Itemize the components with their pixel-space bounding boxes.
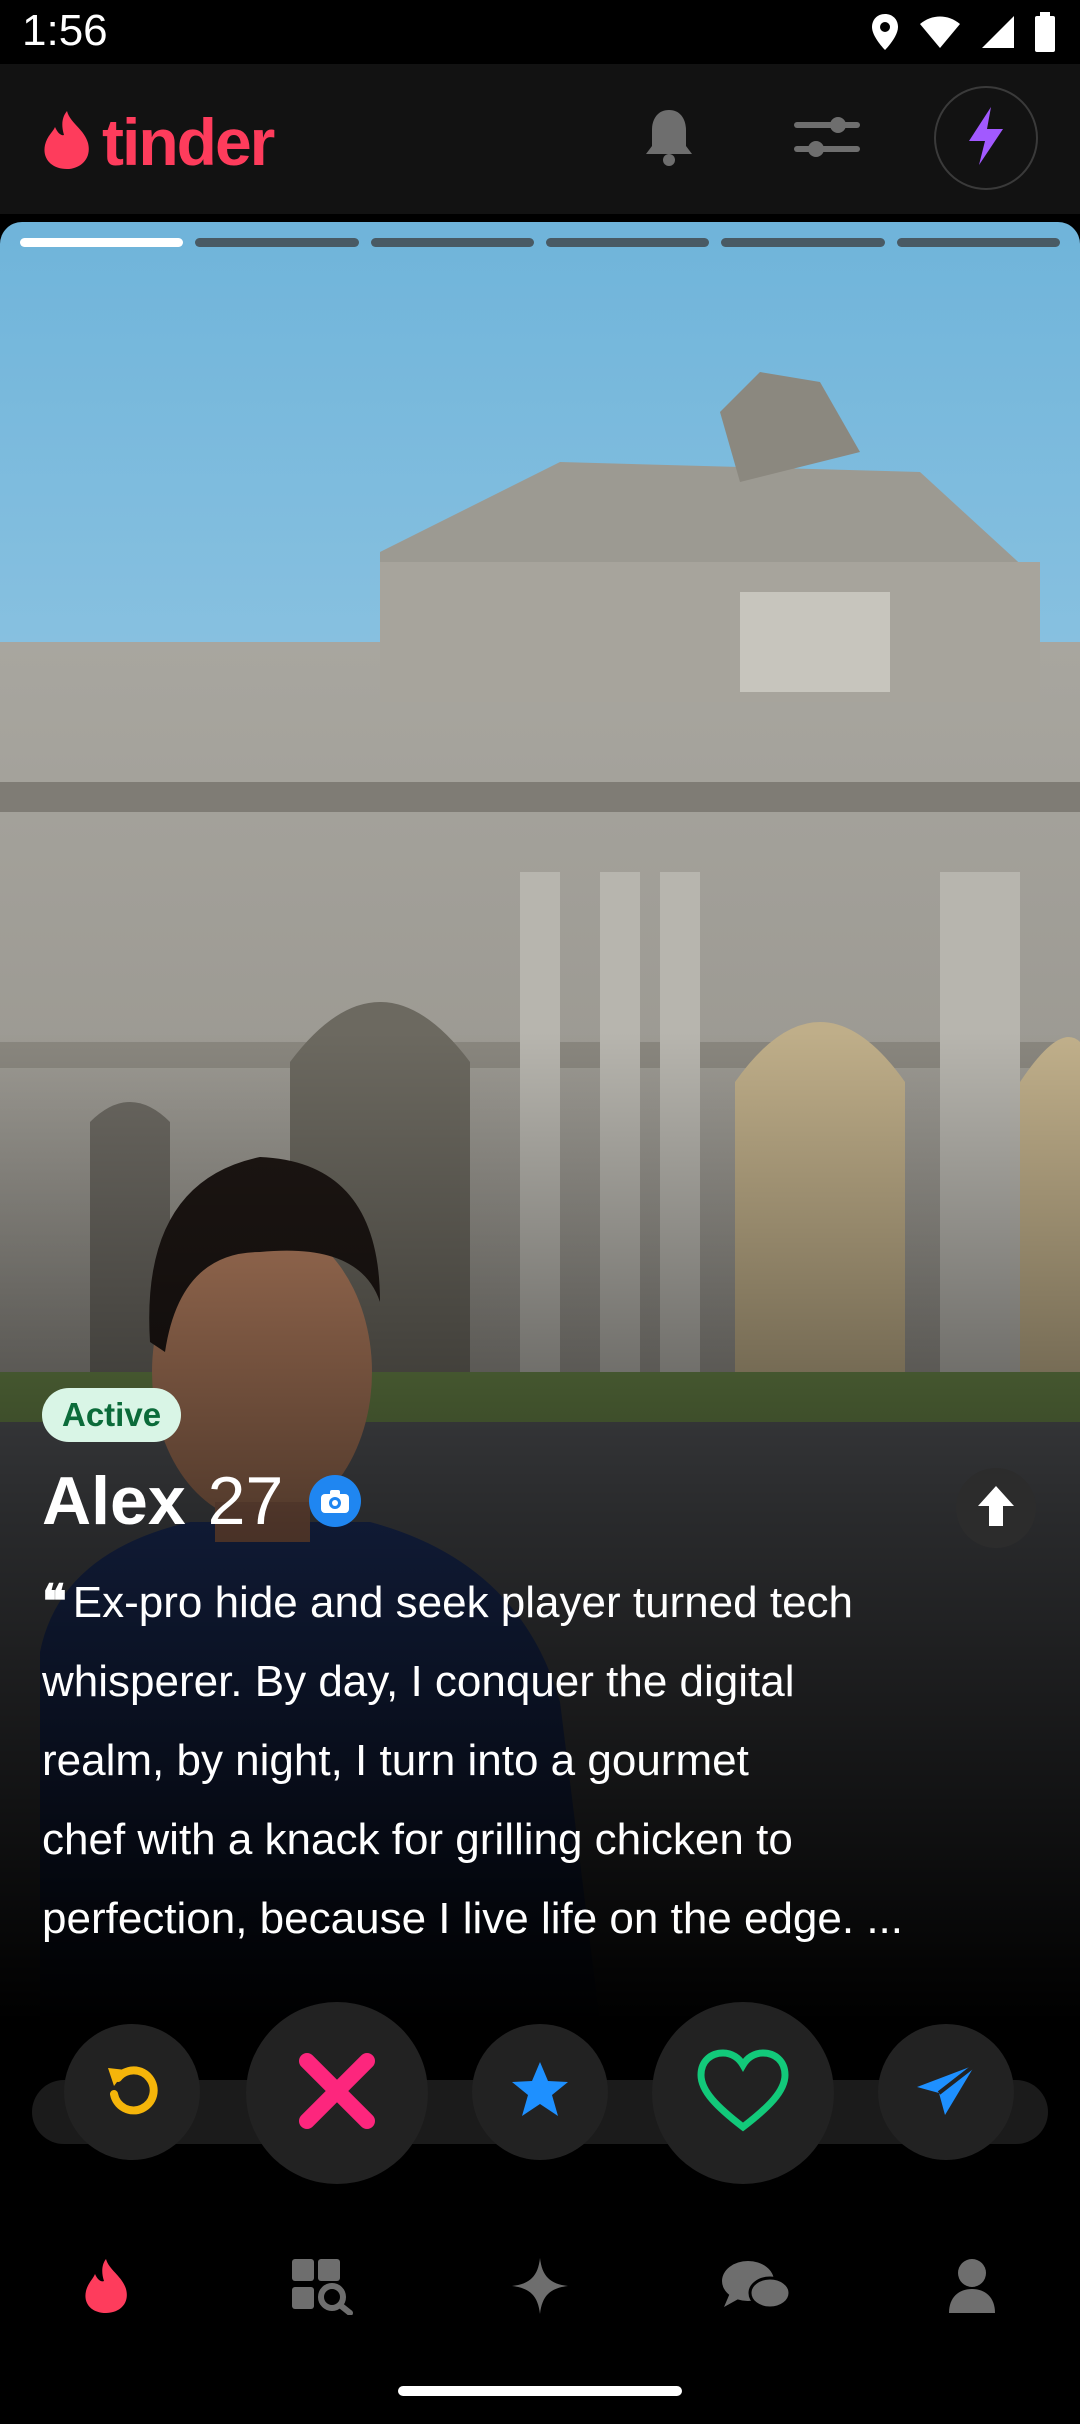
filters-button[interactable] [772,84,882,194]
flame-logo-icon [40,109,94,176]
bio-line: whisperer. By day, I conquer the digital [42,1657,795,1706]
active-status-badge: Active [42,1388,182,1442]
wifi-icon [918,14,962,55]
status-icons [870,12,1056,57]
like-button[interactable] [652,2002,834,2184]
tab-gold-home[interactable] [500,2248,580,2328]
photo-progress-segment[interactable] [195,238,359,247]
app-header: tinder [0,64,1080,214]
photo-progress-segment[interactable] [370,238,534,247]
sparkle-icon [510,2256,570,2321]
tab-messages[interactable] [716,2248,796,2328]
profile-age: 27 [207,1463,284,1539]
bio-line: perfection, because I live life on the e… [42,1894,903,1943]
quote-icon: ❝ [42,1574,67,1628]
super-boost-button[interactable] [878,2024,1014,2160]
profile-name: Alex [42,1463,186,1539]
filter-sliders-icon [794,112,860,167]
battery-icon [1034,12,1056,57]
home-indicator[interactable] [398,2386,682,2396]
photo-progress-segment[interactable] [896,238,1060,247]
profile-icon [947,2257,997,2320]
profile-name-row: Alex 27 [42,1462,362,1540]
super-like-button[interactable] [472,2024,608,2160]
nope-icon [297,2051,377,2136]
profile-card[interactable]: Active Alex 27 ❝ Ex-pro hide and seek pla… [0,222,1080,2022]
nope-button[interactable] [246,2002,428,2184]
location-icon [870,12,900,57]
bio-line: chef with a knack for grilling chicken t… [42,1815,793,1864]
photo-progress-segment[interactable] [721,238,885,247]
bio-line: realm, by night, I turn into a gourmet [42,1736,749,1785]
profile-bio: ❝ Ex-pro hide and seek player turned tech… [42,1562,1042,1958]
rewind-icon [102,2060,162,2125]
flame-icon [81,2257,131,2320]
bio-line: ❝ Ex-pro hide and seek player turned tech [42,1574,854,1628]
tinder-logo[interactable]: tinder [40,104,275,180]
photo-verified-icon[interactable] [309,1475,362,1527]
signal-icon [980,14,1016,55]
photo-progress [20,238,1060,247]
open-profile-button[interactable] [956,1468,1036,1548]
boost-lightning-icon [965,105,1007,172]
status-bar: 1:56 [0,0,1080,64]
boost-button[interactable] [934,86,1038,190]
arrow-up-icon [976,1484,1016,1533]
explore-icon [290,2257,354,2320]
tab-discover[interactable] [66,2248,146,2328]
photo-progress-segment[interactable] [545,238,710,247]
tab-profile[interactable] [932,2248,1012,2328]
notifications-button[interactable] [614,84,724,194]
super-boost-icon [915,2062,977,2122]
chat-icon [720,2257,792,2320]
like-icon [697,2048,789,2138]
rewind-button[interactable] [64,2024,200,2160]
super-like-icon [509,2059,571,2126]
bottom-tab-bar [0,2220,1080,2350]
photo-progress-segment[interactable] [20,238,184,247]
notification-bell-icon [642,106,696,173]
tab-explore[interactable] [282,2248,362,2328]
logo-text: tinder [102,105,275,179]
status-time: 1:56 [22,6,108,55]
